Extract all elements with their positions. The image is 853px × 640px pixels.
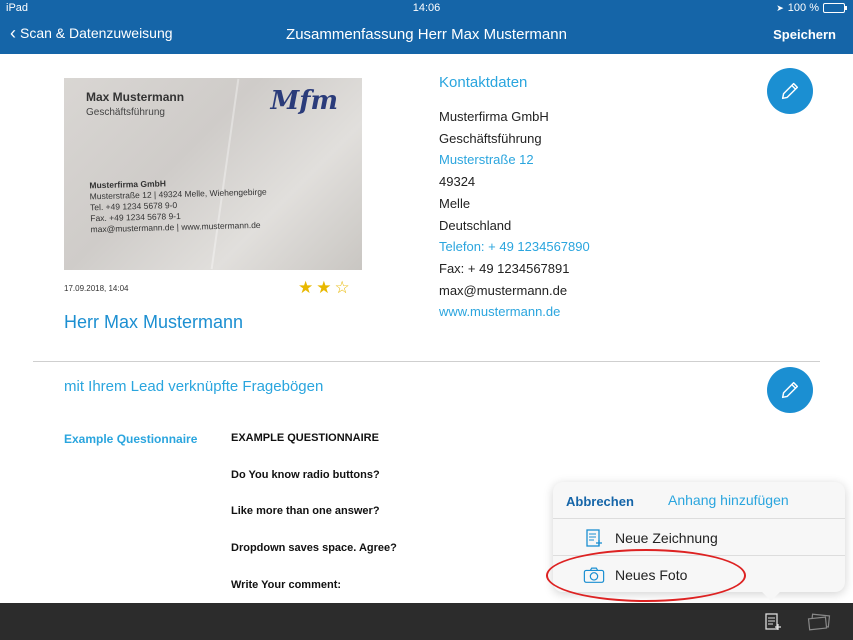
attachment-add-icon — [765, 613, 781, 630]
scan-timestamp: 17.09.2018, 14:04 — [64, 284, 129, 293]
questionnaire-items: EXAMPLE QUESTIONNAIRE Do You know radio … — [231, 432, 397, 615]
pencil-icon — [781, 381, 799, 399]
page-title: Zusammenfassung Herr Max Mustermann — [286, 26, 567, 43]
contact-country: Deutschland — [439, 217, 512, 233]
questionnaire-item: EXAMPLE QUESTIONNAIRE — [231, 432, 379, 444]
save-button[interactable]: Speichern — [773, 27, 836, 42]
business-card-image[interactable]: Max Mustermann Geschäftsführung Mfm Must… — [64, 78, 362, 270]
business-cards-icon — [807, 613, 831, 631]
star-empty-icon[interactable]: ☆ — [335, 279, 350, 297]
contact-phone-link[interactable]: Telefon: + 49 1234567890 — [439, 236, 590, 258]
popover-header: Abbrechen Anhang hinzufügen — [553, 482, 845, 519]
bottom-toolbar — [0, 603, 853, 640]
card-name: Max Mustermann — [86, 90, 185, 104]
star-filled-icon[interactable]: ★ — [298, 279, 313, 297]
camera-icon — [583, 564, 605, 586]
battery-icon — [823, 3, 847, 13]
star-filled-icon[interactable]: ★ — [316, 279, 331, 297]
contact-role: Geschäftsführung — [439, 130, 542, 146]
questionnaire-item: Like more than one answer? — [231, 505, 380, 518]
drawing-icon — [583, 527, 605, 549]
section-divider — [33, 361, 820, 362]
card-role: Geschäftsführung — [86, 107, 165, 118]
contact-details: Musterfirma GmbH Geschäftsführung Muster… — [439, 106, 590, 323]
edit-contact-button[interactable] — [767, 68, 813, 114]
lead-name: Herr Max Mustermann — [64, 312, 244, 332]
status-right: ➤ 100 % — [776, 2, 847, 14]
status-bar: iPad 14:06 ➤ 100 % — [0, 0, 853, 16]
contact-zip: 49324 — [439, 174, 476, 190]
contact-city: Melle — [439, 195, 471, 211]
status-time: 14:06 — [412, 2, 441, 14]
new-photo-label: Neues Foto — [615, 567, 688, 583]
cancel-button[interactable]: Abbrechen — [566, 494, 634, 509]
card-address-block: Musterfirma GmbH Musterstraße 12 | 49324… — [89, 178, 267, 235]
new-drawing-option[interactable]: Neue Zeichnung — [553, 520, 845, 556]
questionnaire-item: Do You know radio buttons? — [231, 468, 380, 481]
add-attachment-button[interactable] — [762, 611, 784, 633]
card-logo: Mfm — [270, 86, 338, 116]
new-photo-option[interactable]: Neues Foto — [553, 557, 845, 593]
rating-stars[interactable]: ★ ★ ☆ — [298, 279, 350, 297]
questionnaire-item: Dropdown saves space. Agree? — [231, 542, 397, 555]
location-icon: ➤ — [776, 2, 784, 13]
edit-questionnaires-button[interactable] — [767, 367, 813, 413]
pencil-icon — [781, 82, 799, 100]
contact-fax: Fax: + 49 1234567891 — [439, 260, 570, 276]
battery-percent: 100 % — [787, 2, 819, 14]
contact-website-link[interactable]: www.mustermann.de — [439, 301, 590, 323]
cards-button[interactable] — [806, 611, 832, 633]
questionnaires-section-title: mit Ihrem Lead verknüpfte Fragebögen — [64, 378, 324, 395]
new-drawing-label: Neue Zeichnung — [615, 529, 718, 546]
contact-company: Musterfirma GmbH — [439, 109, 549, 124]
popover-title: Anhang hinzufügen — [668, 492, 789, 508]
contact-street-link[interactable]: Musterstraße 12 — [439, 149, 590, 171]
questionnaire-link[interactable]: Example Questionnaire — [64, 432, 197, 446]
attachment-popover: Abbrechen Anhang hinzufügen Neue Zeichnu… — [553, 482, 845, 592]
navigation-bar: iPad 14:06 ➤ 100 % ‹ Scan & Datenzuweisu… — [0, 0, 853, 54]
contact-section-title: Kontaktdaten — [439, 74, 528, 91]
contact-email: max@mustermann.de — [439, 282, 568, 298]
